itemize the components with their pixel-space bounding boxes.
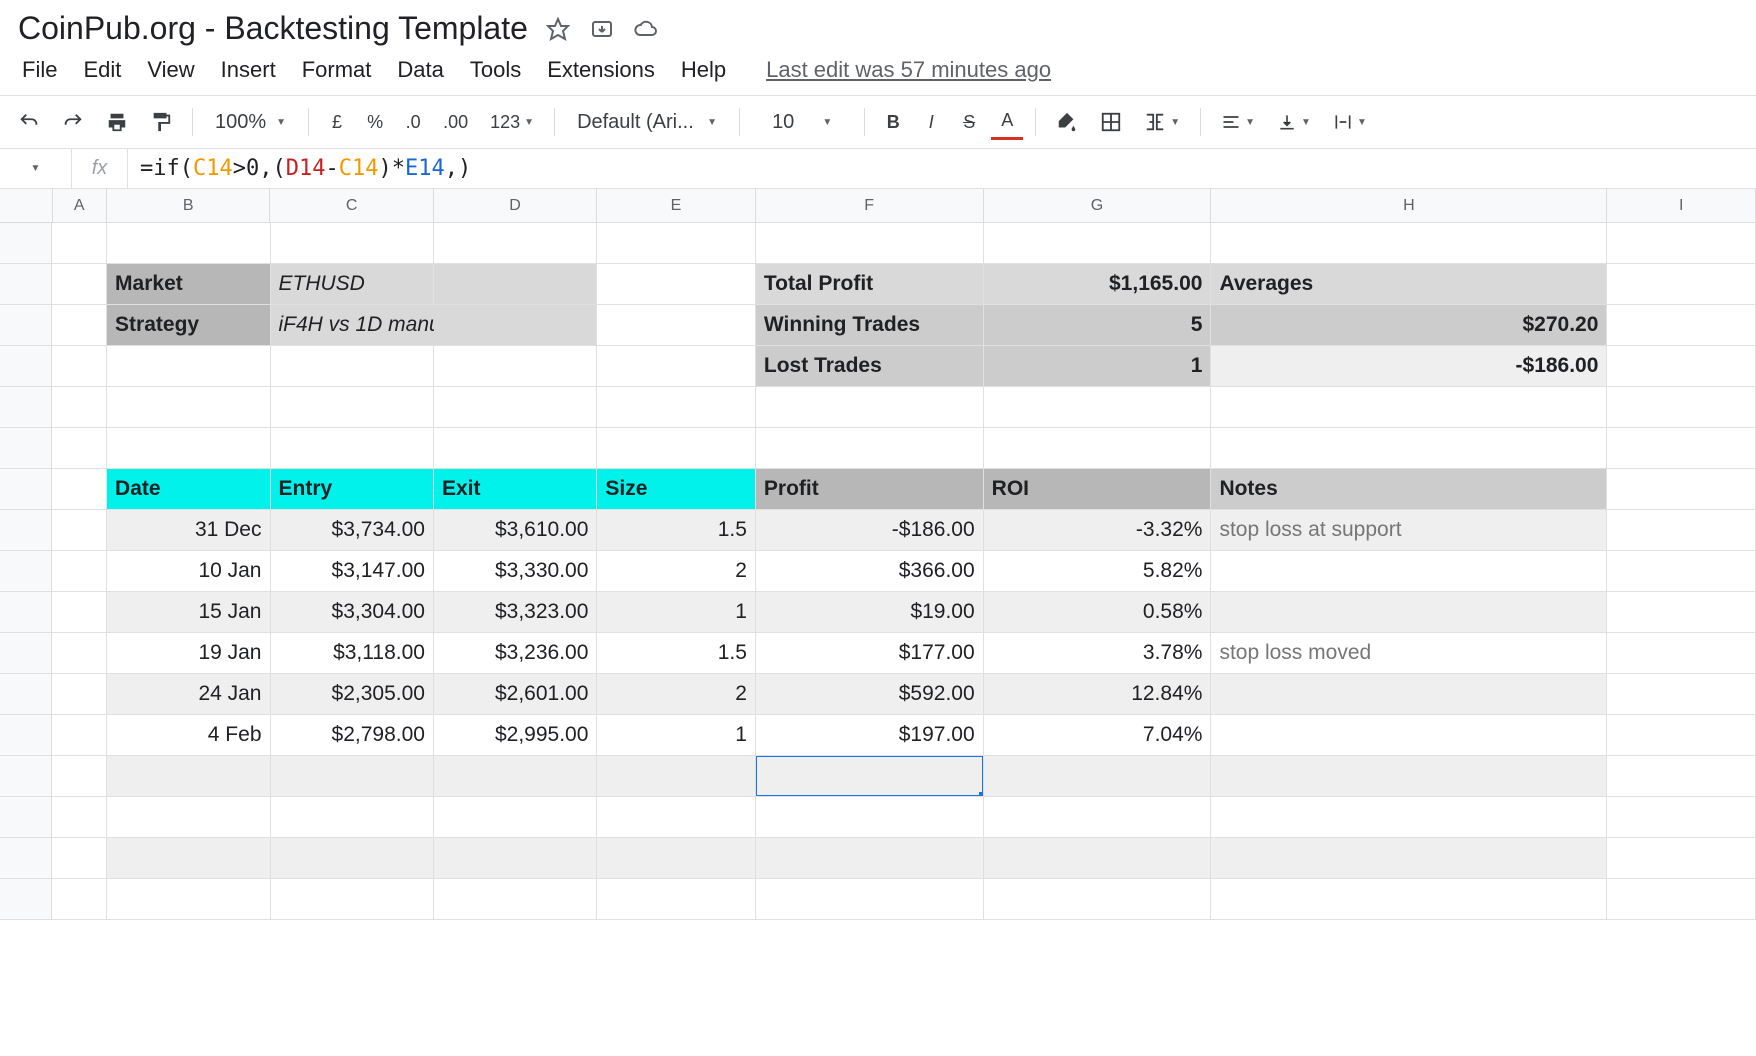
- th-roi[interactable]: ROI: [984, 469, 1212, 510]
- borders-button[interactable]: [1092, 104, 1130, 140]
- last-edit-link[interactable]: Last edit was 57 minutes ago: [766, 57, 1051, 83]
- label-winning[interactable]: Winning Trades: [756, 305, 984, 346]
- menu-help[interactable]: Help: [681, 57, 726, 83]
- col-header[interactable]: B: [107, 189, 270, 222]
- col-header[interactable]: E: [597, 189, 755, 222]
- decrease-decimal-button[interactable]: .0: [397, 104, 429, 140]
- menu-file[interactable]: File: [22, 57, 57, 83]
- print-button[interactable]: [98, 104, 136, 140]
- menu-data[interactable]: Data: [397, 57, 443, 83]
- label-strategy[interactable]: Strategy: [107, 305, 270, 346]
- zoom-select[interactable]: 100%▼: [205, 111, 296, 134]
- col-header[interactable]: A: [53, 189, 107, 222]
- table-row: 31 Dec $3,734.00 $3,610.00 1.5 -$186.00 …: [0, 510, 1756, 551]
- col-header[interactable]: C: [270, 189, 433, 222]
- app-header: CoinPub.org - Backtesting Template File …: [0, 0, 1756, 96]
- cloud-status-icon[interactable]: [634, 17, 658, 41]
- label-averages[interactable]: Averages: [1211, 264, 1607, 305]
- label-lost[interactable]: Lost Trades: [756, 346, 984, 387]
- active-cell[interactable]: [756, 756, 984, 797]
- th-notes[interactable]: Notes: [1211, 469, 1607, 510]
- th-size[interactable]: Size: [597, 469, 756, 510]
- value-strategy[interactable]: iF4H vs 1D manual: [271, 305, 434, 346]
- table-row: 19 Jan $3,118.00 $3,236.00 1.5 $177.00 3…: [0, 633, 1756, 674]
- horizontal-align-button[interactable]: ▼: [1213, 104, 1263, 140]
- label-total-profit[interactable]: Total Profit: [756, 264, 984, 305]
- star-icon[interactable]: [546, 17, 570, 41]
- table-row: 24 Jan $2,305.00 $2,601.00 2 $592.00 12.…: [0, 674, 1756, 715]
- font-size-select[interactable]: 10▼: [752, 111, 852, 134]
- label-market[interactable]: Market: [107, 264, 270, 305]
- value-winning[interactable]: 5: [984, 305, 1212, 346]
- redo-button[interactable]: [54, 104, 92, 140]
- col-header[interactable]: H: [1211, 189, 1607, 222]
- table-row: 15 Jan $3,304.00 $3,323.00 1 $19.00 0.58…: [0, 592, 1756, 633]
- menu-view[interactable]: View: [147, 57, 194, 83]
- col-header[interactable]: I: [1607, 189, 1756, 222]
- fx-icon: fx: [72, 149, 128, 188]
- formula-input[interactable]: =if( C14 >0,( D14 - C14 )* E14 ,): [128, 156, 1756, 181]
- value-lost[interactable]: 1: [984, 346, 1212, 387]
- more-formats-button[interactable]: 123▼: [482, 104, 542, 140]
- select-all-corner[interactable]: [0, 189, 53, 222]
- text-color-button[interactable]: A: [991, 104, 1023, 140]
- col-header[interactable]: G: [984, 189, 1212, 222]
- fill-color-button[interactable]: [1048, 104, 1086, 140]
- doc-title[interactable]: CoinPub.org - Backtesting Template: [18, 10, 528, 47]
- col-header[interactable]: D: [434, 189, 597, 222]
- menu-bar: File Edit View Insert Format Data Tools …: [18, 47, 1738, 95]
- currency-format-button[interactable]: £: [321, 104, 353, 140]
- table-row: 4 Feb $2,798.00 $2,995.00 1 $197.00 7.04…: [0, 715, 1756, 756]
- name-box[interactable]: ▼: [0, 149, 72, 188]
- menu-tools[interactable]: Tools: [470, 57, 521, 83]
- increase-decimal-button[interactable]: .00: [435, 104, 476, 140]
- menu-extensions[interactable]: Extensions: [547, 57, 655, 83]
- formula-bar: ▼ fx =if( C14 >0,( D14 - C14 )* E14 ,): [0, 149, 1756, 189]
- avg-winning[interactable]: $270.20: [1211, 305, 1607, 346]
- spreadsheet-grid[interactable]: A B C D E F G H I Market ETHUSD Total Pr…: [0, 189, 1756, 920]
- percent-format-button[interactable]: %: [359, 104, 391, 140]
- menu-edit[interactable]: Edit: [83, 57, 121, 83]
- menu-format[interactable]: Format: [302, 57, 372, 83]
- vertical-align-button[interactable]: ▼: [1269, 104, 1319, 140]
- column-headers: A B C D E F G H I: [0, 189, 1756, 223]
- text-wrap-button[interactable]: ▼: [1325, 104, 1375, 140]
- paint-format-button[interactable]: [142, 104, 180, 140]
- italic-button[interactable]: I: [915, 104, 947, 140]
- font-family-select[interactable]: Default (Ari...▼: [567, 111, 727, 134]
- strikethrough-button[interactable]: S: [953, 104, 985, 140]
- merge-cells-button[interactable]: ▼: [1136, 104, 1188, 140]
- table-row: 10 Jan $3,147.00 $3,330.00 2 $366.00 5.8…: [0, 551, 1756, 592]
- value-total-profit[interactable]: $1,165.00: [984, 264, 1212, 305]
- menu-insert[interactable]: Insert: [221, 57, 276, 83]
- value-market[interactable]: ETHUSD: [271, 264, 434, 305]
- th-date[interactable]: Date: [107, 469, 270, 510]
- avg-lost[interactable]: -$186.00: [1211, 346, 1607, 387]
- move-icon[interactable]: [590, 17, 614, 41]
- col-header[interactable]: F: [756, 189, 984, 222]
- th-profit[interactable]: Profit: [756, 469, 984, 510]
- undo-button[interactable]: [10, 104, 48, 140]
- bold-button[interactable]: B: [877, 104, 909, 140]
- toolbar: 100%▼ £ % .0 .00 123▼ Default (Ari...▼ 1…: [0, 96, 1756, 149]
- th-exit[interactable]: Exit: [434, 469, 597, 510]
- th-entry[interactable]: Entry: [271, 469, 434, 510]
